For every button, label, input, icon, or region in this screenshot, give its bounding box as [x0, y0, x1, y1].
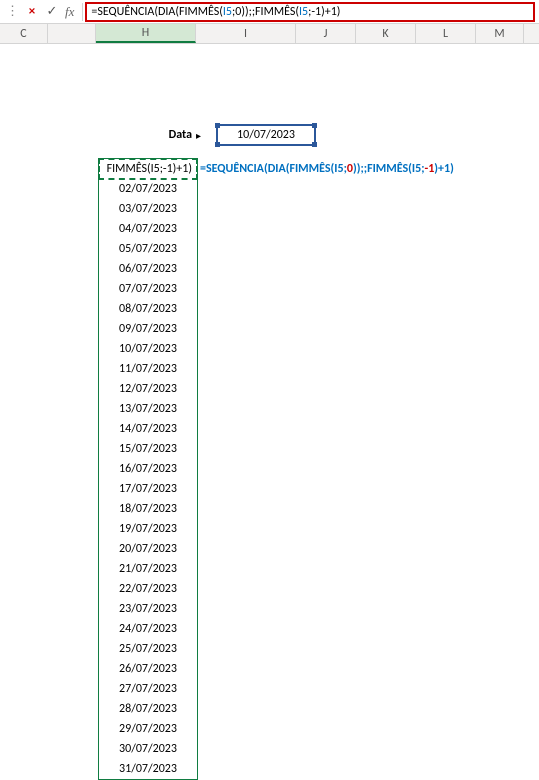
date-cell[interactable]: 14/07/2023 [99, 419, 197, 439]
date-cell[interactable]: 30/07/2023 [99, 739, 197, 759]
active-cell[interactable]: FIMMÊS(I5;-1)+1) [98, 158, 198, 180]
date-cell[interactable]: 25/07/2023 [99, 639, 197, 659]
date-cell[interactable]: 05/07/2023 [99, 239, 197, 259]
date-cell[interactable]: 12/07/2023 [99, 379, 197, 399]
enter-icon[interactable]: ✓ [45, 5, 59, 19]
formula-bar: ⋮ × ✓ fx =SEQUÊNCIA(DIA(FIMMÊS(I5;0));;F… [0, 0, 539, 24]
fx-icon[interactable]: fx [65, 4, 74, 20]
date-cell[interactable]: 27/07/2023 [99, 679, 197, 699]
date-cell[interactable]: 19/07/2023 [99, 519, 197, 539]
formula-input[interactable]: =SEQUÊNCIA(DIA(FIMMÊS(I5;0));;FIMMÊS(I5;… [85, 2, 535, 22]
date-value: 10/07/2023 [237, 128, 295, 142]
date-cell[interactable]: 10/07/2023 [99, 339, 197, 359]
date-cell[interactable]: 22/07/2023 [99, 579, 197, 599]
divider [82, 3, 83, 21]
inline-formula-display: =SEQUÊNCIA(DIA(FIMMÊS(I5;0));;FIMMÊS(I5;… [200, 158, 454, 180]
date-cell[interactable]: 06/07/2023 [99, 259, 197, 279]
column-header[interactable]: I [196, 24, 296, 43]
column-header[interactable]: C [0, 24, 48, 43]
date-cell[interactable]: 26/07/2023 [99, 659, 197, 679]
date-cell[interactable]: 13/07/2023 [99, 399, 197, 419]
date-cell[interactable]: 02/07/2023 [99, 179, 197, 199]
date-cell[interactable]: 04/07/2023 [99, 219, 197, 239]
menu-dots-icon[interactable]: ⋮ [6, 4, 19, 19]
column-header[interactable]: K [356, 24, 416, 43]
date-input-cell[interactable]: 10/07/2023 [216, 124, 316, 146]
column-header-gap [48, 24, 96, 43]
spreadsheet-grid[interactable]: Data ▸ 10/07/2023 FIMMÊS(I5;-1)+1) 02/07… [0, 124, 539, 780]
date-cell[interactable]: 31/07/2023 [99, 759, 197, 779]
column-header[interactable]: L [416, 24, 476, 43]
date-cell[interactable]: 08/07/2023 [99, 299, 197, 319]
date-cell[interactable]: 24/07/2023 [99, 619, 197, 639]
date-cell[interactable]: 20/07/2023 [99, 539, 197, 559]
column-header[interactable]: M [476, 24, 524, 43]
date-cell[interactable]: 21/07/2023 [99, 559, 197, 579]
dates-column: FIMMÊS(I5;-1)+1) 02/07/2023 03/07/2023 0… [98, 158, 198, 780]
date-cell[interactable]: 11/07/2023 [99, 359, 197, 379]
column-header[interactable]: H [96, 24, 196, 43]
column-header[interactable]: J [296, 24, 356, 43]
date-cell[interactable]: 16/07/2023 [99, 459, 197, 479]
date-cell[interactable]: 07/07/2023 [99, 279, 197, 299]
date-cell[interactable]: 03/07/2023 [99, 199, 197, 219]
arrow-icon: ▸ [196, 129, 208, 142]
date-cell[interactable]: 18/07/2023 [99, 499, 197, 519]
date-cell[interactable]: 23/07/2023 [99, 599, 197, 619]
date-cell[interactable]: 09/07/2023 [99, 319, 197, 339]
date-cell[interactable]: 29/07/2023 [99, 719, 197, 739]
data-label: Data [96, 128, 196, 142]
cancel-icon[interactable]: × [25, 5, 39, 19]
column-headers: C H I J K L M [0, 24, 539, 44]
date-cell[interactable]: 28/07/2023 [99, 699, 197, 719]
date-cell[interactable]: 17/07/2023 [99, 479, 197, 499]
date-cell[interactable]: 15/07/2023 [99, 439, 197, 459]
